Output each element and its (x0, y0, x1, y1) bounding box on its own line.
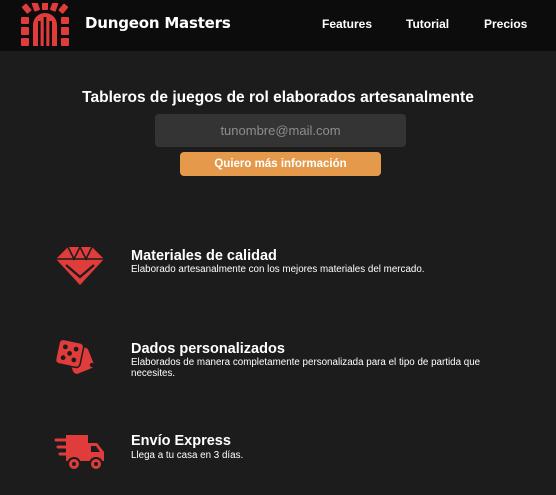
nav-link-tutorial[interactable]: Tutorial (406, 17, 449, 31)
feature-title: Materiales de calidad (131, 248, 277, 264)
nav-link-features[interactable]: Features (322, 17, 372, 31)
nav-link-precios[interactable]: Precios (484, 17, 527, 31)
top-navbar: Dungeon Masters Features Tutorial Precio… (0, 0, 556, 51)
castle-door-logo-icon[interactable] (20, 3, 70, 48)
feature-title: Envío Express (131, 433, 231, 449)
shipping-truck-icon (54, 435, 104, 471)
feature-description: Elaborados de manera completamente perso… (131, 357, 481, 379)
email-input[interactable] (155, 114, 406, 147)
hero-title: Tableros de juegos de rol elaborados art… (82, 89, 474, 106)
brand-name[interactable]: Dungeon Masters (85, 14, 231, 32)
request-info-button[interactable]: Quiero más información (180, 152, 381, 176)
dice-icon (54, 338, 95, 374)
feature-description: Llega a tu casa en 3 días. (131, 450, 244, 461)
feature-description: Elaborado artesanalmente con los mejores… (131, 264, 425, 275)
feature-title: Dados personalizados (131, 341, 285, 357)
gem-icon (56, 245, 104, 285)
